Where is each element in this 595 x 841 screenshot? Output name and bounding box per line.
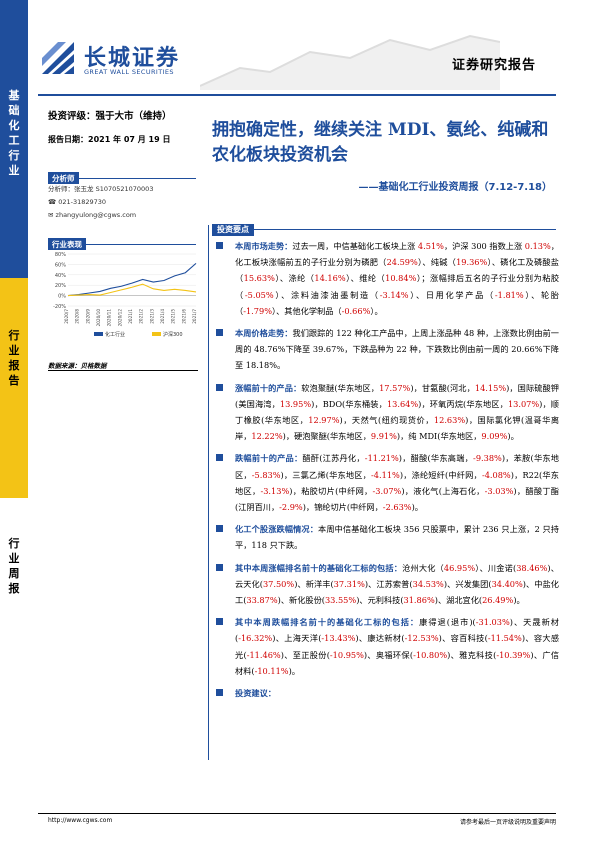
footer-website-link[interactable]: http://www.cgws.com [48, 817, 112, 824]
key-points-list: 本周市场走势：过去一周，中信基础化工板块上涨 4.51%，沪深 300 指数上涨… [216, 238, 559, 701]
bullet-marker [216, 383, 223, 391]
industry-label: 基础化工行业 [0, 88, 28, 178]
side-bar-yellow [0, 278, 28, 498]
sidebar-char: 报 [8, 582, 20, 595]
company-logo-icon [42, 42, 74, 74]
sidebar-char: 行 [8, 329, 20, 342]
investment-rating: 投资评级：强于大市（维持） [48, 111, 172, 122]
x-tick-label: 2020/10 [96, 309, 101, 327]
report-subtitle: ——基础化工行业投资周报（7.12-7.18） [358, 182, 553, 193]
report-type: 证券研究报告 [452, 58, 537, 73]
bullet-top-losers: 跌幅前十的产品：醋酐(江苏丹化，-11.21%)，醋酸(华东高端，-9.38%)… [216, 450, 559, 515]
sidebar-char: 告 [8, 374, 20, 387]
x-tick-label: 2020/12 [117, 309, 122, 327]
x-tick-label: 2021/1 [128, 309, 133, 324]
analyst-name: 分析师：张玉龙 S1070521070003 [48, 185, 154, 193]
report-date: 报告日期：2021 年 07 月 19 日 [48, 135, 171, 144]
sidebar-char: 化 [8, 119, 20, 132]
bullet-marker [216, 689, 223, 697]
sidebar-char: 业 [8, 344, 20, 357]
footer-divider [38, 813, 556, 814]
sidebar-char: 基 [8, 89, 20, 102]
series-line [67, 262, 197, 297]
legend-label: 化工行业 [105, 331, 125, 338]
bullet-market-trend: 本周市场走势：过去一周，中信基础化工板块上涨 4.51%，沪深 300 指数上涨… [216, 238, 559, 319]
footer-disclaimer-note: 请参考最后一页评级说明及重要声明 [459, 819, 556, 826]
side-bar: 基础化工行业 行业报告 行业周报 [0, 0, 28, 841]
sidebar-char: 行 [8, 149, 20, 162]
bullet-top-gainer-stocks: 其中本周涨幅排名前十的基础化工标的包括：沧州大化（46.95%）、川金诺(38.… [216, 560, 559, 609]
bullet-price-trend: 本周价格走势：我们跟踪的 122 种化工产品中，上周上涨品种 48 种，上涨数比… [216, 325, 559, 374]
logo-english-name: GREAT WALL SECURITIES [84, 68, 174, 76]
x-tick-label: 2020/11 [107, 309, 112, 327]
phone-number: 021-31829730 [58, 198, 107, 206]
key-points-label: 投资要点 [212, 224, 254, 236]
mail-icon: ✉ [48, 211, 54, 219]
x-tick-label: 2021/4 [160, 309, 165, 324]
bullet-top-loser-stocks: 其中本周跌幅排名前十的基础化工标的包括：康得退(退市)(-31.03%)、天晟新… [216, 614, 559, 679]
x-tick-label: 2020/7 [64, 309, 69, 324]
bullet-marker [216, 525, 223, 533]
x-tick-label: 2021/2 [139, 309, 144, 324]
y-tick-label: 40% [55, 273, 66, 279]
key-points-header: 投资要点 [212, 217, 556, 236]
sidebar-char: 业 [8, 164, 20, 177]
header-divider [38, 94, 556, 96]
y-tick-label: 20% [55, 283, 66, 289]
series-line [67, 283, 197, 297]
bullet-top-gainers: 涨幅前十的产品：软泡聚醚(华东地区，17.57%)，甘氨酸(河北，14.15%)… [216, 380, 559, 445]
phone-icon: ☎ [48, 198, 57, 206]
sidebar-char: 报 [8, 359, 20, 372]
bullet-marker [216, 329, 223, 337]
y-tick-label: 0% [58, 294, 66, 300]
y-tick-label: 80% [55, 252, 66, 258]
sidebar-char: 工 [8, 134, 20, 147]
left-column-divider [48, 370, 198, 371]
x-tick-label: 2020/9 [85, 309, 90, 324]
email-address: zhangyulong@cgws.com [55, 211, 137, 219]
sidebar-char: 行 [8, 537, 20, 550]
data-source: 数据来源：贝格数据 [48, 362, 107, 370]
report-category-label: 行业报告 [0, 328, 28, 388]
performance-section-header: 行业表现 [48, 232, 196, 250]
bullet-marker [216, 563, 223, 571]
analyst-email: ✉ zhangyulong@cgws.com [48, 211, 136, 219]
legend-swatch [152, 332, 161, 336]
legend-label: 沪深300 [163, 331, 183, 338]
report-kind-label: 行业周报 [0, 536, 28, 596]
x-tick-label: 2021/3 [149, 309, 154, 324]
bullet-stock-performance: 化工个股涨跌幅情况：本周中信基础化工板块 356 只股票中，累计 236 只上涨… [216, 521, 559, 553]
x-tick-label: 2021/5 [171, 309, 176, 324]
x-tick-label: 2021/6 [181, 309, 186, 324]
analyst-phone: ☎ 021-31829730 [48, 198, 106, 206]
bullet-marker [216, 242, 223, 249]
bullet-marker [216, 618, 223, 626]
x-tick-label: 2020/8 [75, 309, 80, 324]
analyst-section-header: 分析师 [48, 166, 196, 184]
x-tick-label: 2021/7 [192, 309, 197, 324]
sidebar-char: 础 [8, 104, 20, 117]
content-vertical-rule [208, 225, 209, 760]
y-tick-label: 60% [55, 262, 66, 268]
bullet-marker [216, 454, 223, 462]
bullet-investment-advice: 投资建议： [216, 685, 559, 701]
sidebar-char: 业 [8, 552, 20, 565]
sidebar-char: 周 [8, 567, 20, 580]
report-title: 拥抱确定性，继续关注 MDI、氨纶、纯碱和农化板块投资机会 [212, 120, 549, 165]
legend-swatch [94, 332, 103, 336]
industry-performance-chart: 80%60%40%20%0%-20%2020/7 2020/8 2020/9 2020… [53, 252, 197, 338]
